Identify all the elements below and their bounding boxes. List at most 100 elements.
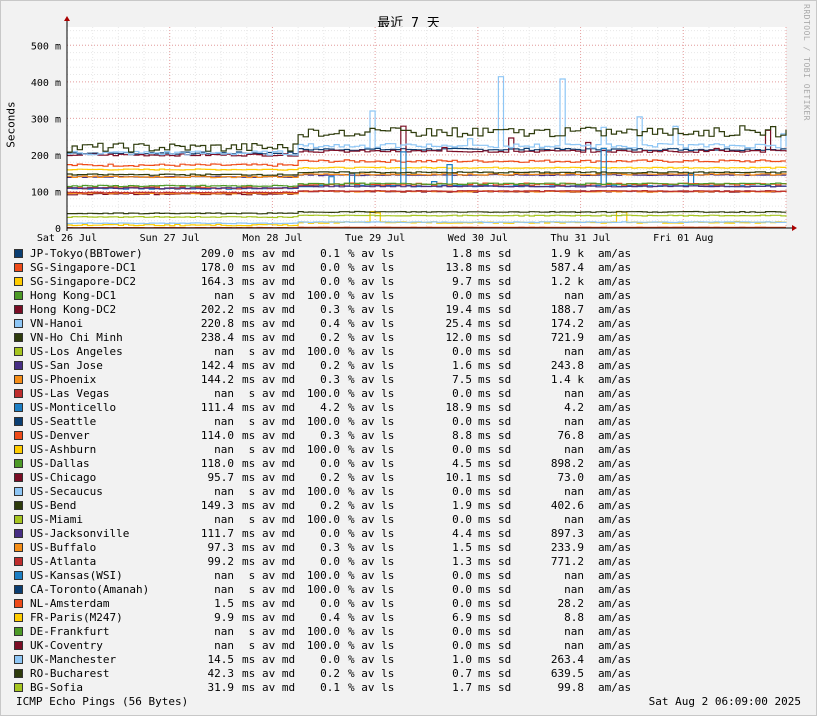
legend-am-as-label: am/as (598, 611, 632, 624)
legend-stddev-unit: ms (478, 625, 492, 638)
legend-loss: 0.3 (320, 429, 340, 442)
legend-loss-label: % av ls (348, 317, 395, 330)
legend-avg-median-label: av md (262, 527, 296, 540)
legend-stddev-label: sd (498, 247, 512, 260)
legend-swatch (14, 585, 23, 594)
legend-loss-label: % av ls (348, 499, 395, 512)
legend-loss-label: % av ls (348, 387, 395, 400)
legend-stddev-label: sd (498, 373, 512, 386)
legend-am-as: 243.8 (550, 359, 584, 372)
legend-avg-median: nan (214, 639, 234, 652)
legend-loss-label: % av ls (348, 471, 395, 484)
legend-loss: 100.0 (306, 485, 340, 498)
legend-series-name: VN-Ho Chi Minh (30, 331, 123, 344)
legend-am-as: 771.2 (550, 555, 584, 568)
legend-stddev: 8.8 (452, 429, 472, 442)
legend-am-as-label: am/as (598, 401, 632, 414)
legend-loss-label: % av ls (348, 289, 395, 302)
legend-am-as: 897.3 (550, 527, 584, 540)
legend-avg-median-unit: ms (242, 471, 256, 484)
legend-swatch (14, 613, 23, 622)
legend-am-as-label: am/as (598, 555, 632, 568)
legend-stddev-label: sd (498, 611, 512, 624)
legend-avg-median-label: av md (262, 485, 296, 498)
legend-swatch (14, 557, 23, 566)
legend-stddev-label: sd (498, 541, 512, 554)
legend-am-as: 174.2 (550, 317, 584, 330)
legend-avg-median-unit: ms (242, 247, 256, 260)
legend-avg-median-unit: ms (242, 373, 256, 386)
legend-stddev-unit: ms (478, 387, 492, 400)
legend-row: Hong Kong-DC2 202.2 ms av md 0.3 % av ls 19.4 m… (14, 303, 814, 317)
legend-avg-median: nan (214, 625, 234, 638)
legend-loss-label: % av ls (348, 429, 395, 442)
legend-swatch (14, 571, 23, 580)
legend-avg-median-label: av md (262, 359, 296, 372)
legend-stddev-unit: ms (478, 373, 492, 386)
legend-am-as-label: am/as (598, 485, 632, 498)
legend-loss-label: % av ls (348, 261, 395, 274)
legend-avg-median: 111.4 (200, 401, 234, 414)
legend-stddev-unit: ms (478, 555, 492, 568)
legend-avg-median-label: av md (262, 275, 296, 288)
legend-avg-median-unit: ms (242, 303, 256, 316)
legend-loss: 0.0 (320, 275, 340, 288)
legend-stddev: 25.4 (445, 317, 473, 330)
legend-loss: 0.4 (320, 611, 340, 624)
legend-loss: 100.0 (306, 639, 340, 652)
legend-swatch (14, 361, 23, 370)
legend-stddev-unit: ms (478, 317, 492, 330)
x-tick-label: Mon 28 Jul (242, 233, 302, 244)
legend-stddev-unit: ms (478, 331, 492, 344)
legend-am-as-label: am/as (598, 359, 632, 372)
legend-row: US-Kansas(WSI) nan s av md 100.0 % av ls 0.0 m… (14, 569, 814, 583)
legend-avg-median-label: av md (262, 289, 296, 302)
legend-avg-median: 1.5 (214, 597, 234, 610)
legend-am-as: 4.2 (564, 401, 584, 414)
y-tick-label: 100 m (31, 187, 61, 198)
legend-loss: 100.0 (306, 387, 340, 400)
legend-avg-median-unit: ms (242, 555, 256, 568)
legend-row: US-Buffalo 97.3 ms av md 0.3% av ls 1.5 ms sd 23… (14, 541, 814, 555)
legend-am-as-label: am/as (598, 331, 632, 344)
legend-stddev-label: sd (498, 625, 512, 638)
legend-loss: 100.0 (306, 443, 340, 456)
legend-am-as: 587.4 (550, 261, 584, 274)
legend-loss-label: % av ls (348, 303, 395, 316)
legend-avg-median: 111.7 (200, 527, 234, 540)
legend-swatch (14, 641, 23, 650)
legend-am-as: 402.6 (550, 499, 584, 512)
legend-avg-median-unit: s (242, 639, 256, 652)
legend-avg-median-unit: ms (242, 653, 256, 666)
legend-avg-median: 118.0 (200, 457, 234, 470)
legend-am-as: nan (564, 513, 584, 526)
legend-avg-median-unit: ms (242, 317, 256, 330)
legend-swatch (14, 501, 23, 510)
legend-series-name: NL-Amsterdam (30, 597, 110, 610)
legend-stddev: 4.4 (452, 527, 472, 540)
legend-stddev-unit: ms (478, 415, 492, 428)
legend-loss-label: % av ls (348, 569, 395, 582)
legend-swatch (14, 305, 23, 314)
legend-row: US-Ashburn nan s av md 100.0 % av ls 0.0 ms sd n… (14, 443, 814, 457)
legend-loss-label: % av ls (348, 611, 395, 624)
legend-am-as-label: am/as (598, 499, 632, 512)
legend-am-as: 188.7 (550, 303, 584, 316)
legend-stddev-label: sd (498, 443, 512, 456)
legend-am-as-label: am/as (598, 583, 632, 596)
legend-stddev-unit: ms (478, 513, 492, 526)
legend-series-name: US-Jacksonville (30, 527, 130, 540)
legend-stddev-label: sd (498, 429, 512, 442)
x-axis-arrow (792, 225, 797, 231)
legend-loss-label: % av ls (348, 541, 395, 554)
footer-description: ICMP Echo Pings (56 Bytes) (16, 695, 189, 708)
legend-avg-median-label: av md (262, 331, 296, 344)
legend-avg-median-unit: ms (242, 611, 256, 624)
legend-series-name: DE-Frankfurt (30, 625, 110, 638)
legend-avg-median: 99.2 (207, 555, 235, 568)
legend-stddev-label: sd (498, 499, 512, 512)
legend-stddev: 18.9 (445, 401, 473, 414)
legend-avg-median-label: av md (262, 667, 296, 680)
legend-stddev-unit: ms (478, 261, 492, 274)
x-tick-label: Wed 30 Jul (448, 233, 508, 244)
